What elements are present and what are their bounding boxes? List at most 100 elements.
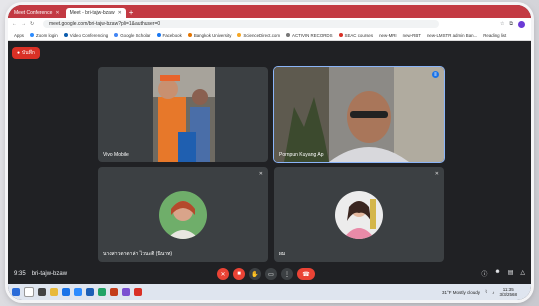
bookmark-label: Apps (14, 32, 25, 38)
bookmarks-bar: Apps Zoom login Video Conferencing Googl… (8, 30, 531, 41)
url-field[interactable]: meet.google.com/bri-tajw-bzaw?pli=1&auth… (43, 20, 439, 28)
toolbar-icons: ☆ ⧉ (500, 20, 525, 28)
leave-call-button[interactable]: ☎ (297, 268, 315, 280)
new-tab-button[interactable]: + (129, 8, 134, 18)
bookmark-label: SEAC courses (344, 32, 374, 38)
search-icon[interactable] (24, 287, 34, 297)
screen: Meet Conference ✕ Meet - bri-tajw-bzaw ✕ +… (8, 5, 531, 300)
bookmark-label: ScienceDirect.com (243, 32, 281, 38)
speaking-indicator-icon: ⦀ (432, 71, 439, 78)
close-icon[interactable]: ✕ (55, 10, 59, 16)
forward-icon[interactable]: → (21, 21, 26, 27)
bookmark-zoom[interactable]: Zoom login (30, 33, 58, 38)
avatar (159, 190, 207, 239)
mic-off-icon: ✕ (220, 271, 226, 278)
avatar (335, 190, 383, 239)
scholar-icon (114, 33, 119, 37)
excel-icon[interactable] (98, 288, 106, 296)
file-explorer-icon[interactable] (50, 288, 58, 296)
profile-avatar[interactable] (518, 20, 525, 28)
present-button[interactable]: ▭ (265, 268, 277, 280)
bookmark-label: Video Conferencing (69, 32, 109, 38)
record-icon: ● (17, 50, 21, 56)
participant-tile-vivo[interactable]: Vivo Mobile (98, 67, 268, 162)
phone-hangup-icon: ☎ (302, 271, 310, 278)
bookmark-label: Bangkok University (193, 32, 232, 38)
zoom-icon (30, 33, 35, 37)
weather-widget[interactable]: 31°F Mostly cloudy (442, 290, 480, 295)
participant-name: Vivo Mobile (103, 152, 129, 158)
bu-icon (187, 33, 192, 37)
recording-badge[interactable]: ● บันทึก (12, 47, 40, 59)
close-icon[interactable]: ✕ (118, 10, 122, 16)
tab-strip: Meet Conference ✕ Meet - bri-tajw-bzaw ✕ + (8, 5, 531, 18)
tab-meet-conference[interactable]: Meet Conference ✕ (10, 8, 64, 18)
bookmark-seac[interactable]: SEAC courses (338, 32, 374, 38)
bookmark-facebook[interactable]: Facebook (156, 32, 182, 38)
bookmark-video[interactable]: Video Conferencing (63, 32, 109, 38)
participant-name: นางสาวดาดาล่า ไวนะติ (นินาท) (103, 251, 173, 257)
wifi-icon[interactable]: ⌇ (485, 289, 487, 295)
bookmark-mri[interactable]: new-MRI (379, 33, 397, 38)
participant-tile-nadala[interactable]: ✕ นางสาวดาดาล่า ไวนะติ (นินาท) (98, 167, 268, 262)
participant-tile-me[interactable]: ✕ ผม (274, 167, 444, 262)
mic-toggle-button[interactable]: ✕ (217, 268, 229, 280)
raise-hand-button[interactable]: ✋ (249, 268, 261, 280)
bookmark-apps[interactable]: Apps (14, 33, 24, 38)
start-icon[interactable] (12, 288, 20, 296)
bookmark-sciencedirect[interactable]: ScienceDirect.com (237, 33, 280, 38)
powerpoint-icon[interactable] (110, 288, 118, 296)
video-feed (153, 67, 215, 162)
video-feed (274, 67, 444, 162)
back-icon[interactable]: ← (12, 21, 17, 27)
tab-meet-active[interactable]: Meet - bri-tajw-bzaw ✕ (65, 8, 126, 18)
mic-off-icon: ✕ (434, 171, 439, 177)
meeting-time: 9:35 (14, 271, 26, 277)
chat-icon[interactable]: ▤ (508, 269, 514, 278)
windows-taskbar: 31°F Mostly cloudy ⌇ ♪ 11:35 3/3/2568 (8, 284, 531, 300)
zoom-app-icon[interactable] (74, 288, 82, 296)
star-icon[interactable]: ☆ (500, 21, 504, 28)
pdf-icon[interactable] (134, 288, 142, 296)
task-view-icon[interactable] (38, 288, 46, 296)
record-icon (286, 33, 291, 37)
seac-icon (338, 33, 343, 37)
volume-icon[interactable]: ♪ (492, 290, 494, 295)
bookmark-rbt[interactable]: new-RBT (403, 33, 421, 38)
bookmark-label: Google Scholar (120, 32, 151, 38)
bookmark-label: new-MRI (379, 32, 397, 38)
clock-date: 3/3/2568 (499, 292, 517, 297)
url-text: meet.google.com/bri-tajw-bzaw?pli=1&auth… (49, 21, 161, 27)
word-icon[interactable] (86, 288, 94, 296)
participant-tile-pornpun[interactable]: ⦀ Pornpun Kuyang Ap (273, 66, 445, 163)
bookmark-bu[interactable]: Bangkok University (187, 32, 232, 38)
video-icon (63, 33, 68, 37)
bookmark-label: Facebook (162, 32, 182, 38)
more-options-button[interactable]: ⋮ (281, 268, 293, 280)
teams-icon[interactable] (122, 288, 130, 296)
bookmark-reading-list[interactable]: Reading list (483, 33, 506, 38)
info-icon[interactable]: ⓘ (481, 269, 487, 278)
camera-toggle-button[interactable]: ■ (233, 268, 245, 280)
chrome-icon[interactable] (62, 288, 70, 296)
extensions-icon[interactable]: ⧉ (509, 21, 513, 28)
bookmark-scholar[interactable]: Google Scholar (114, 32, 151, 38)
activities-icon[interactable]: △ (520, 269, 525, 278)
more-vert-icon: ⋮ (284, 271, 290, 278)
side-controls: ⓘ ☻ ▤ △ (481, 269, 525, 278)
address-bar-row: ← → ↻ meet.google.com/bri-tajw-bzaw?pli=… (8, 18, 531, 30)
reload-icon[interactable]: ↻ (30, 21, 35, 27)
bookmark-activin[interactable]: ACTIVIN RECORDS (286, 33, 333, 38)
clock[interactable]: 11:35 3/3/2568 (499, 287, 517, 297)
bookmark-lmstr[interactable]: new-LMSTR admin Ban... (427, 33, 477, 38)
tab-label: Meet Conference (14, 10, 53, 16)
facebook-icon (156, 33, 161, 37)
call-controls: ✕ ■ ✋ ▭ ⋮ ☎ (217, 268, 315, 280)
people-icon[interactable]: ☻ (494, 269, 500, 278)
participant-name: ผม (279, 251, 286, 257)
hand-icon: ✋ (251, 271, 259, 278)
mic-off-icon: ✕ (258, 171, 263, 177)
bookmark-label: new-LMSTR admin Ban... (426, 32, 478, 38)
bookmark-label: Zoom login (36, 32, 58, 38)
participant-name: Pornpun Kuyang Ap (279, 152, 324, 158)
